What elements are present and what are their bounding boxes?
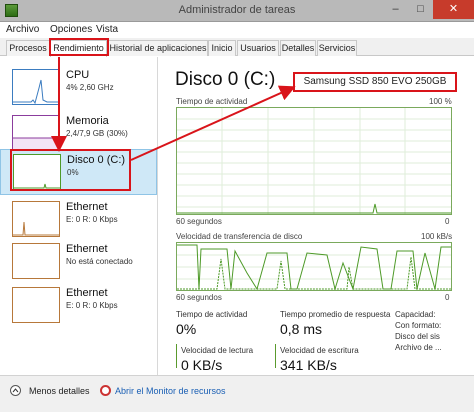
arrow-disk-to-model [130, 85, 296, 161]
annotation-arrows [51, 57, 296, 161]
